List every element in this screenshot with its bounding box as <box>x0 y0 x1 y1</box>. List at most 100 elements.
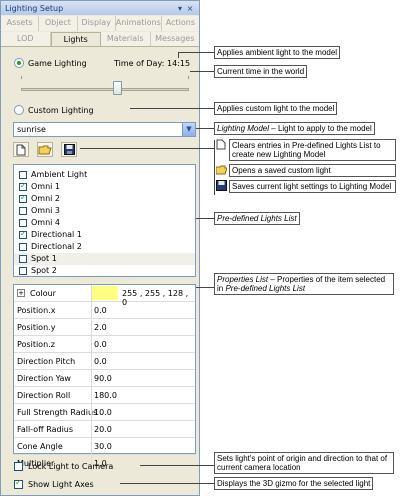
annotation-text: Applies custom light to the model <box>217 104 335 113</box>
chevron-down-icon[interactable]: ▼ <box>182 123 195 136</box>
annotation-time: Current time in the world <box>214 65 308 78</box>
expand-icon[interactable]: + <box>17 289 25 297</box>
annotation-text: – Light to apply to the model <box>269 124 372 133</box>
list-item[interactable]: Omni 4 <box>14 217 195 229</box>
table-row[interactable]: Fall-off Radius 20.0 <box>14 421 195 438</box>
lock-light-label: Lock Light to Camera <box>28 462 114 471</box>
property-value[interactable]: 2.0 <box>94 323 107 332</box>
list-item[interactable]: Directional 1 <box>14 229 195 241</box>
column-divider <box>91 387 92 403</box>
light-checkbox[interactable] <box>19 229 27 239</box>
table-row[interactable]: Direction Roll 180.0 <box>14 387 195 404</box>
list-item[interactable]: Spot 1 <box>14 253 195 265</box>
save-icon <box>63 144 75 155</box>
light-checkbox[interactable] <box>19 193 27 203</box>
light-checkbox[interactable] <box>19 207 27 215</box>
leader-line <box>80 148 214 149</box>
annotation-text: Displays the 3D gizmo for the selected l… <box>217 479 371 488</box>
tab-actions[interactable]: Actions <box>162 16 199 31</box>
light-checkbox[interactable] <box>19 219 27 227</box>
table-row[interactable]: Full Strength Radius 10.0 <box>14 404 195 421</box>
table-row[interactable]: Position.x 0.0 <box>14 302 195 319</box>
pin-icon[interactable]: ▾ <box>175 4 185 13</box>
tab-lights[interactable]: Lights <box>50 32 101 46</box>
slider-tick <box>21 76 22 79</box>
table-row[interactable]: Direction Pitch 0.0 <box>14 353 195 370</box>
close-icon[interactable]: × <box>185 4 195 13</box>
table-row[interactable]: Position.y 2.0 <box>14 319 195 336</box>
property-name: Position.y <box>17 323 56 332</box>
list-item[interactable]: Omni 1 <box>14 181 195 193</box>
property-name: Direction Roll <box>17 391 71 400</box>
property-name: Direction Yaw <box>17 374 71 383</box>
light-checkbox[interactable] <box>19 243 27 251</box>
property-value[interactable]: 0.0 <box>94 306 107 315</box>
open-button[interactable] <box>37 142 53 157</box>
open-folder-icon <box>38 145 52 155</box>
property-value[interactable]: 20.0 <box>94 425 112 434</box>
tab-materials[interactable]: Materials <box>101 32 151 46</box>
tab-display[interactable]: Display <box>78 16 116 31</box>
tab-messages[interactable]: Messages <box>151 32 200 46</box>
lock-light-checkbox[interactable] <box>14 462 23 471</box>
time-of-day-value: 14:15 <box>167 59 191 68</box>
annotation-properties-list: Properties List – Properties of the item… <box>214 273 394 295</box>
property-value[interactable]: 10.0 <box>94 408 112 417</box>
show-axes-checkbox[interactable] <box>14 478 23 489</box>
annotation-predefined-list: Pre-defined Lights List <box>214 212 300 225</box>
lighting-model-select[interactable]: sunrise ▼ <box>13 122 196 137</box>
annotation-text: Opens a saved custom light <box>232 166 331 175</box>
light-checkbox[interactable] <box>19 171 27 179</box>
leader-line <box>196 218 214 219</box>
table-row[interactable]: Cone Angle 30.0 <box>14 438 195 455</box>
light-checkbox[interactable] <box>19 181 27 191</box>
annotation-text: Sets light's point of origin and directi… <box>217 454 388 472</box>
annotation-box: Clears entries in Pre-defined Lights Lis… <box>229 139 396 161</box>
time-slider-track[interactable] <box>21 88 189 91</box>
annotation-text: Pre-defined Lights List <box>217 214 297 223</box>
predefined-lights-list[interactable]: Ambient Light Omni 1 Omni 2 Omni 3 Omni … <box>13 164 196 277</box>
table-row[interactable]: Direction Yaw 90.0 <box>14 370 195 387</box>
leader-line <box>196 128 214 129</box>
properties-list[interactable]: + Colour 255 , 255 , 128 , 0 Position.x 0… <box>13 284 196 471</box>
leader-line <box>140 465 214 466</box>
custom-lighting-radio[interactable] <box>14 105 24 115</box>
leader-line <box>130 108 214 109</box>
annotation-ambient: Applies ambient light to the model <box>214 46 341 59</box>
column-divider <box>91 438 92 454</box>
list-item[interactable]: Spot 2 <box>14 265 195 277</box>
leader-line <box>178 52 179 58</box>
light-checkbox[interactable] <box>19 255 27 263</box>
annotation-show-axes: Displays the 3D gizmo for the selected l… <box>214 477 374 490</box>
annotation-box: Opens a saved custom light <box>229 164 396 177</box>
list-item[interactable]: Omni 2 <box>14 193 195 205</box>
property-value[interactable]: 0.0 <box>94 340 107 349</box>
tab-lod[interactable]: LOD <box>1 32 51 46</box>
light-checkbox[interactable] <box>19 267 27 275</box>
save-button[interactable] <box>61 142 77 157</box>
leader-line <box>190 71 214 72</box>
property-value[interactable]: 30.0 <box>94 442 112 451</box>
annotation-custom: Applies custom light to the model <box>214 102 338 115</box>
colour-swatch[interactable] <box>92 286 118 300</box>
column-divider <box>91 336 92 352</box>
table-row[interactable]: + Colour 255 , 255 , 128 , 0 <box>14 285 195 307</box>
property-name: Fall-off Radius <box>17 425 74 434</box>
list-item[interactable]: Omni 3 <box>14 205 195 217</box>
column-divider <box>91 353 92 369</box>
list-item[interactable]: Directional 2 <box>14 241 195 253</box>
column-divider <box>91 319 92 335</box>
annotation-text: Lighting Model <box>339 182 392 191</box>
annotation-text: Saves current light settings to <box>232 182 340 191</box>
property-value[interactable]: 180.0 <box>94 391 117 400</box>
property-value[interactable]: 0.0 <box>94 357 107 366</box>
game-lighting-radio[interactable] <box>14 58 24 68</box>
tab-object[interactable]: Object <box>39 16 78 31</box>
new-button[interactable] <box>13 142 29 157</box>
property-value[interactable]: 90.0 <box>94 374 112 383</box>
table-row[interactable]: Position.z 0.0 <box>14 336 195 353</box>
tab-assets[interactable]: Assets <box>1 16 40 31</box>
list-item[interactable]: Ambient Light <box>14 169 195 181</box>
time-slider-thumb[interactable] <box>113 81 122 95</box>
tab-animations[interactable]: Animations <box>116 16 162 31</box>
